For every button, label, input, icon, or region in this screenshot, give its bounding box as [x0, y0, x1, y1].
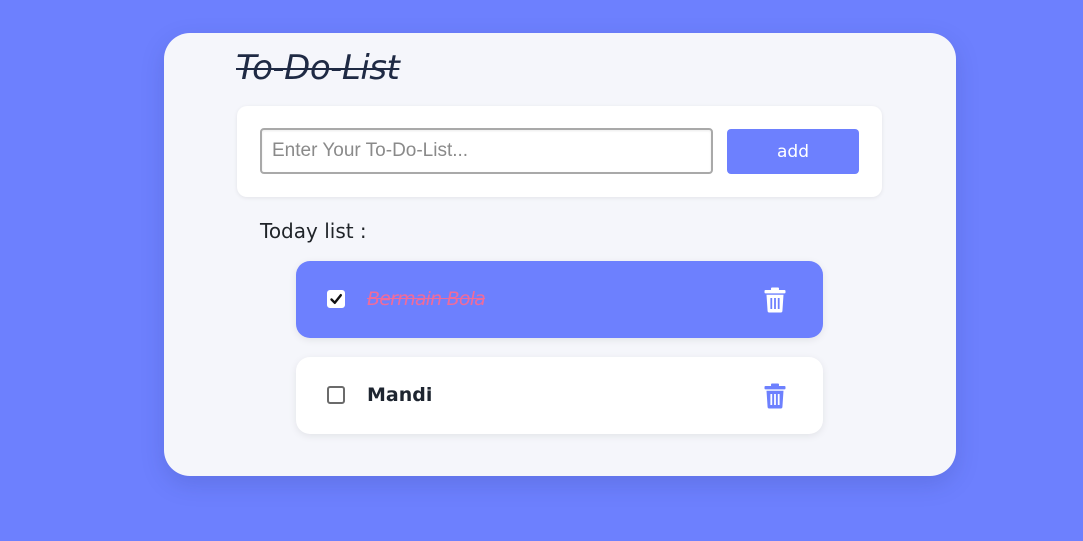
checkmark-icon: [330, 294, 342, 304]
delete-button[interactable]: [762, 382, 788, 410]
page-title: To-Do-List: [236, 48, 400, 88]
todo-checkbox[interactable]: [327, 386, 345, 404]
todo-text: Bermain Bola: [367, 288, 486, 310]
add-button[interactable]: add: [727, 129, 859, 174]
trash-icon: [764, 383, 786, 409]
todo-text: Mandi: [367, 384, 433, 406]
todo-item: Bermain Bola: [296, 261, 823, 338]
trash-icon: [764, 287, 786, 313]
todo-item: Mandi: [296, 357, 823, 434]
todo-input[interactable]: [260, 128, 713, 174]
today-list-heading: Today list :: [260, 219, 367, 243]
delete-button[interactable]: [762, 286, 788, 314]
todo-checkbox[interactable]: [327, 290, 345, 308]
